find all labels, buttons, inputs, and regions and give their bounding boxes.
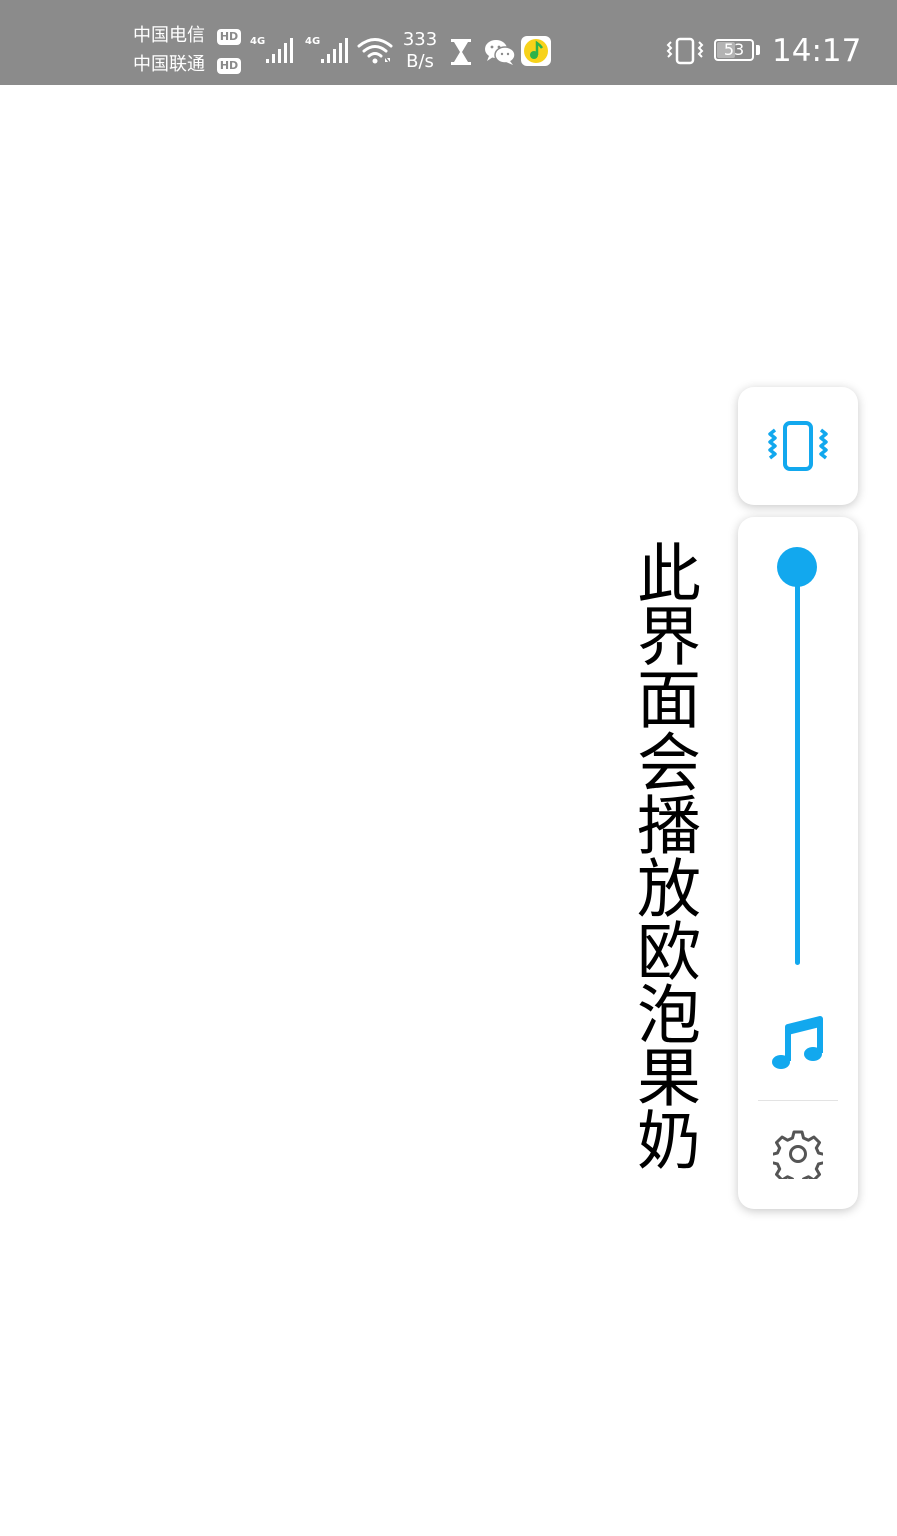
- volume-slider[interactable]: [795, 567, 800, 965]
- net-speed: 333 B/s: [402, 29, 438, 72]
- ringer-mode-toggle[interactable]: [738, 387, 858, 505]
- vibrate-status-icon: [666, 37, 704, 65]
- wechat-icon: [485, 40, 516, 65]
- gear-icon[interactable]: [773, 1129, 823, 1179]
- volume-panel: [738, 517, 858, 1209]
- carrier-2-label: 中国联通: [133, 54, 205, 75]
- wifi-icon: [357, 38, 393, 64]
- qq-music-icon: [521, 36, 551, 66]
- music-note-icon[interactable]: [770, 1015, 826, 1075]
- clock: 14:17: [772, 33, 862, 69]
- vibrate-icon: [768, 421, 828, 471]
- hd-badge-2: HD: [217, 58, 241, 74]
- panel-divider: [758, 1100, 838, 1101]
- hd-badge-1: HD: [217, 29, 241, 45]
- volume-slider-fill: [795, 567, 800, 965]
- battery-percent: 53: [723, 40, 745, 59]
- screen: 中国电信 中国联通 HD HD 4G 4G 333 B/s 53 14:17 此…: [0, 0, 897, 1536]
- status-bar: 中国电信 中国联通 HD HD 4G 4G 333 B/s 53 14:17: [0, 0, 897, 85]
- carrier-1-label: 中国电信: [133, 25, 205, 46]
- battery-tip: [756, 45, 760, 55]
- vertical-notice-text: 此界面会播放欧泡果奶: [626, 540, 700, 1170]
- battery-icon: 53: [714, 39, 754, 61]
- volume-slider-thumb[interactable]: [777, 547, 817, 587]
- hourglass-icon: [451, 39, 471, 65]
